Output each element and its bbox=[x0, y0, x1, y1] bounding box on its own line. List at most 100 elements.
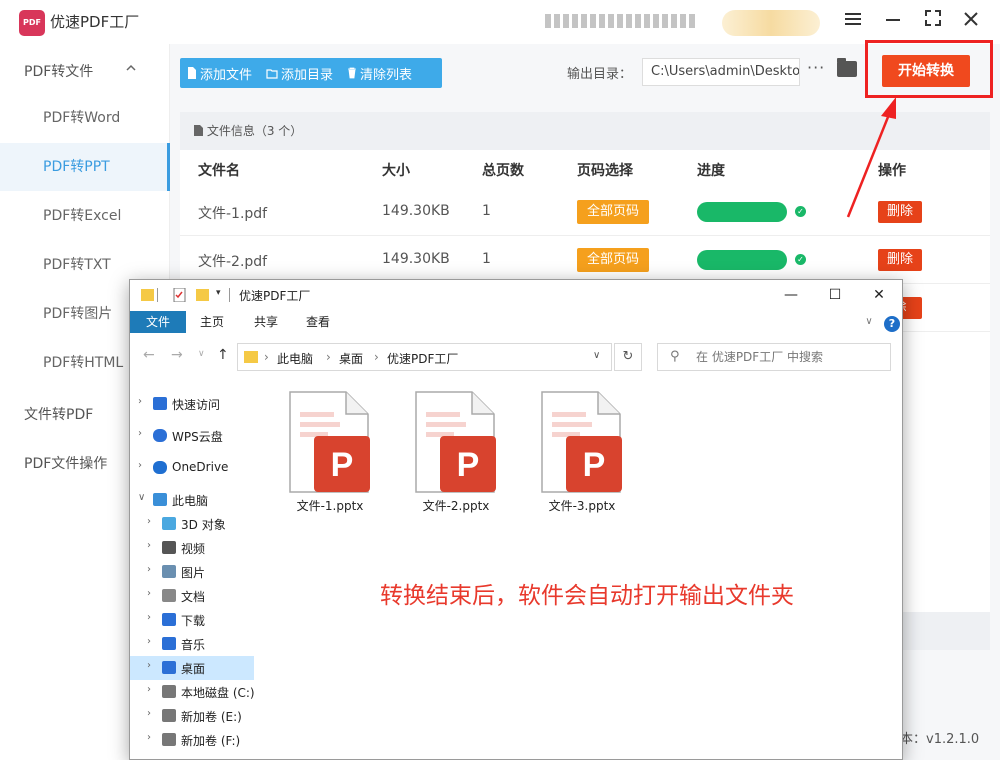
help-icon[interactable]: ? bbox=[884, 316, 900, 332]
nav-item-label: 快速访问 bbox=[172, 398, 221, 412]
file-tile[interactable]: P 文件-2.pptx bbox=[406, 390, 506, 520]
chevron-right-icon[interactable]: › bbox=[138, 460, 142, 471]
blurred-vip-badge[interactable] bbox=[722, 10, 820, 36]
recent-dropdown-icon[interactable]: ∨ bbox=[198, 349, 205, 359]
output-dir-label: 输出目录： bbox=[567, 67, 633, 82]
chevron-right-icon[interactable]: › bbox=[147, 636, 151, 647]
nav-item[interactable]: › 3D 对象 bbox=[130, 512, 254, 536]
nav-item[interactable]: › 图片 bbox=[130, 560, 254, 584]
tab-file[interactable]: 文件 bbox=[130, 311, 186, 333]
divider bbox=[157, 288, 158, 302]
add-file-button[interactable]: 添加文件 bbox=[180, 64, 259, 83]
close-icon[interactable]: ✕ bbox=[864, 283, 894, 307]
page-select-button[interactable]: 全部页码 bbox=[577, 248, 649, 272]
tab-view[interactable]: 查看 bbox=[298, 311, 338, 333]
nav-item[interactable]: › 下载 bbox=[130, 608, 254, 632]
nav-item[interactable]: › WPS云盘 bbox=[130, 424, 254, 448]
more-options-button[interactable]: ··· bbox=[807, 58, 825, 77]
chevron-right-icon[interactable]: › bbox=[147, 588, 151, 599]
nav-item-label: 3D 对象 bbox=[181, 518, 226, 532]
nav-item[interactable]: › 桌面 bbox=[130, 656, 254, 680]
nav-item-label: 文档 bbox=[181, 590, 206, 604]
delete-button[interactable]: 删除 bbox=[878, 249, 922, 271]
file-tile[interactable]: P 文件-1.pptx bbox=[280, 390, 380, 520]
clear-list-button[interactable]: 清除列表 bbox=[340, 64, 419, 83]
crumb-separator: › bbox=[326, 350, 331, 364]
search-input[interactable]: 在 优速PDF工厂 中搜索 bbox=[657, 343, 891, 371]
add-dir-button[interactable]: 添加目录 bbox=[259, 64, 340, 83]
sidebar-item-pdf-to-ppt[interactable]: PDF转PPT bbox=[0, 143, 170, 191]
file-name: 文件-3.pptx bbox=[548, 499, 616, 513]
nav-item-label: WPS云盘 bbox=[172, 430, 223, 444]
file-name: 文件-1.pptx bbox=[296, 499, 364, 513]
crumb-this-pc[interactable]: 此电脑 bbox=[277, 350, 313, 367]
chevron-right-icon[interactable]: › bbox=[147, 540, 151, 551]
row-size: 149.30KB bbox=[382, 203, 450, 219]
close-icon[interactable] bbox=[956, 8, 986, 34]
new-folder-icon[interactable] bbox=[196, 288, 209, 302]
chevron-right-icon[interactable]: › bbox=[147, 564, 151, 575]
output-dir-input[interactable]: C:\Users\admin\Desktop bbox=[642, 58, 800, 86]
sidebar-group-pdf-to-file[interactable]: PDF转文件 bbox=[24, 61, 93, 81]
chevron-right-icon[interactable]: › bbox=[147, 684, 151, 695]
minimize-icon[interactable] bbox=[878, 8, 908, 34]
nav-item[interactable]: › 新加卷 (E:) bbox=[130, 704, 254, 728]
computer-icon bbox=[153, 493, 167, 506]
minimize-icon[interactable]: — bbox=[776, 283, 806, 307]
crumb-folder[interactable]: 优速PDF工厂 bbox=[387, 350, 458, 367]
hamburger-icon[interactable] bbox=[838, 8, 868, 34]
start-convert-button[interactable]: 开始转换 bbox=[882, 55, 970, 87]
sidebar-item-pdf-to-word[interactable]: PDF转Word bbox=[0, 94, 170, 142]
nav-item-label: 此电脑 bbox=[172, 494, 209, 508]
page-select-button[interactable]: 全部页码 bbox=[577, 200, 649, 224]
refresh-icon[interactable]: ↻ bbox=[614, 343, 642, 371]
up-icon[interactable]: ↑ bbox=[217, 347, 229, 363]
document-icon bbox=[162, 589, 176, 602]
chevron-right-icon[interactable]: › bbox=[147, 732, 151, 743]
nav-item[interactable]: › 文档 bbox=[130, 584, 254, 608]
tab-home[interactable]: 主页 bbox=[192, 311, 232, 333]
nav-item[interactable]: › 新加卷 (F:) bbox=[130, 728, 254, 752]
nav-item-label: 图片 bbox=[181, 566, 206, 580]
nav-item[interactable]: › 音乐 bbox=[130, 632, 254, 656]
qa-dropdown-icon[interactable]: ▾ bbox=[216, 288, 229, 302]
nav-item[interactable]: › 快速访问 bbox=[130, 392, 254, 416]
nav-item[interactable]: › OneDrive bbox=[130, 456, 254, 480]
chevron-right-icon[interactable]: › bbox=[138, 396, 142, 407]
col-action: 操作 bbox=[878, 163, 906, 179]
open-folder-icon[interactable] bbox=[837, 58, 857, 77]
chevron-right-icon[interactable]: › bbox=[147, 612, 151, 623]
nav-item-label: OneDrive bbox=[172, 460, 229, 474]
file-tile[interactable]: P 文件-3.pptx bbox=[532, 390, 632, 520]
chevron-up-icon[interactable] bbox=[126, 62, 136, 75]
address-dropdown-icon[interactable]: ∨ bbox=[593, 350, 600, 361]
sidebar-item-pdf-to-excel[interactable]: PDF转Excel bbox=[0, 192, 170, 240]
delete-button[interactable]: 删除 bbox=[878, 201, 922, 223]
folder-icon[interactable] bbox=[141, 288, 154, 302]
chevron-right-icon[interactable]: › bbox=[147, 660, 151, 671]
forward-icon[interactable]: → bbox=[171, 347, 183, 363]
sidebar-group-file-to-pdf[interactable]: 文件转PDF bbox=[24, 404, 93, 424]
folder-icon bbox=[244, 351, 258, 363]
nav-item[interactable]: › 本地磁盘 (C:) bbox=[130, 680, 255, 704]
properties-icon[interactable] bbox=[173, 288, 186, 302]
nav-item[interactable]: › 视频 bbox=[130, 536, 254, 560]
chevron-right-icon[interactable]: › bbox=[138, 428, 142, 439]
chevron-right-icon[interactable]: › bbox=[147, 516, 151, 527]
back-icon[interactable]: ← bbox=[143, 347, 155, 363]
sidebar-group-pdf-operations[interactable]: PDF文件操作 bbox=[24, 453, 107, 473]
ribbon-expand-icon[interactable]: ∨ bbox=[860, 311, 878, 333]
add-dir-label: 添加目录 bbox=[281, 67, 334, 83]
nav-item-label: 新加卷 (E:) bbox=[181, 710, 242, 724]
maximize-icon[interactable]: ☐ bbox=[820, 283, 850, 307]
chevron-down-icon[interactable]: ∨ bbox=[138, 492, 145, 503]
address-bar[interactable]: › 此电脑 › 桌面 › 优速PDF工厂 ∨ bbox=[237, 343, 612, 371]
app-window: PDF 优速PDF工厂 PDF转文件 PDF转Word PDF转PPT PDF转… bbox=[0, 0, 1000, 760]
music-icon bbox=[162, 637, 176, 650]
crumb-separator: › bbox=[374, 350, 379, 364]
nav-item[interactable]: ∨ 此电脑 bbox=[130, 488, 254, 512]
chevron-right-icon[interactable]: › bbox=[147, 708, 151, 719]
maximize-icon[interactable] bbox=[918, 8, 948, 34]
crumb-desktop[interactable]: 桌面 bbox=[339, 350, 363, 367]
tab-share[interactable]: 共享 bbox=[246, 311, 286, 333]
